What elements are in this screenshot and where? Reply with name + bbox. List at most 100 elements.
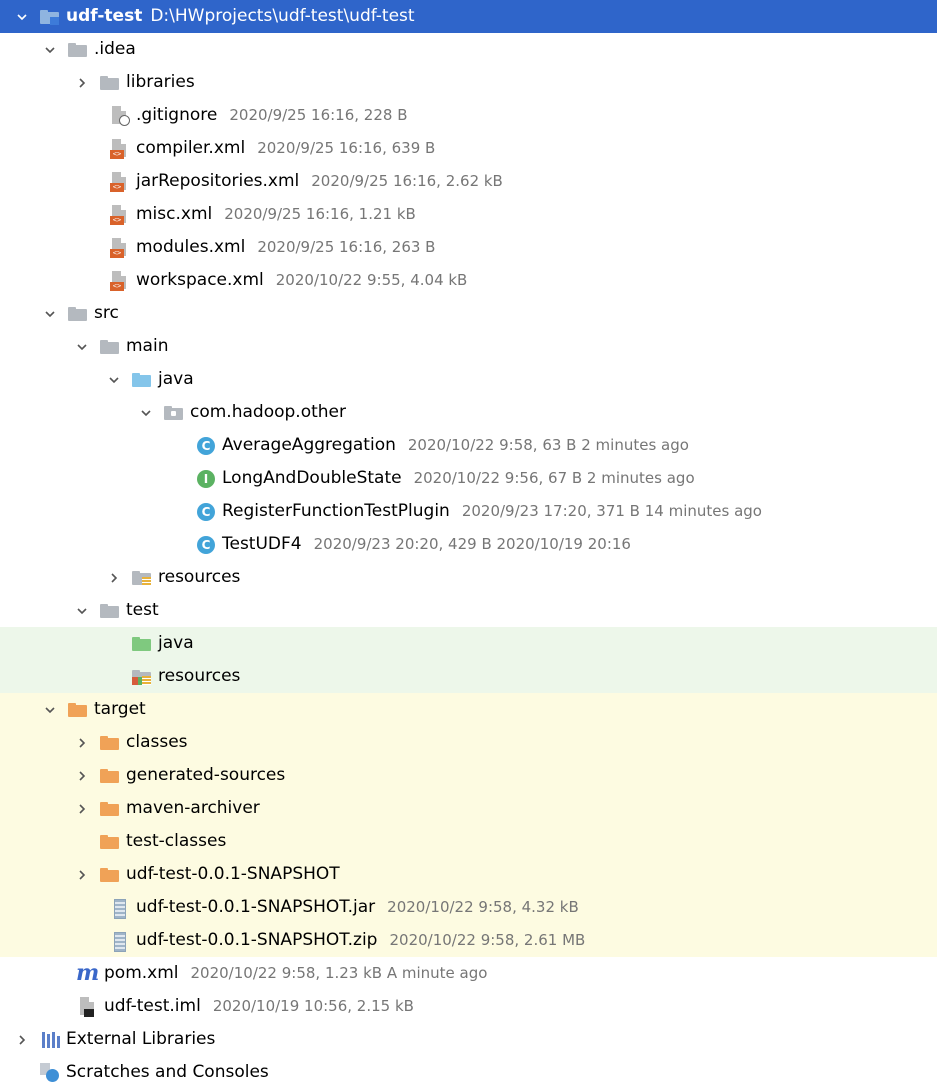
- class-icon: C: [196, 502, 216, 522]
- tree-row-test-classes[interactable]: test-classes: [0, 825, 937, 858]
- project-name: udf-test: [66, 6, 143, 26]
- class-label: TestUDF4: [222, 534, 302, 554]
- file-meta: 2020/10/22 9:58, 2.61 MB: [389, 931, 586, 949]
- file-label: udf-test-0.0.1-SNAPSHOT.zip: [136, 930, 378, 950]
- folder-icon: [68, 40, 88, 60]
- class-icon: C: [196, 436, 216, 456]
- tree-row-modules-xml[interactable]: <> modules.xml 2020/9/25 16:16, 263 B: [0, 231, 937, 264]
- folder-label: java: [158, 633, 194, 653]
- excluded-folder-icon: [100, 865, 120, 885]
- chevron-right-icon[interactable]: [14, 1032, 30, 1048]
- tree-row-idea[interactable]: .idea: [0, 33, 937, 66]
- tree-row-long-and-double-state[interactable]: I LongAndDoubleState 2020/10/22 9:56, 67…: [0, 462, 937, 495]
- tree-row-classes[interactable]: classes: [0, 726, 937, 759]
- folder-icon: [68, 304, 88, 324]
- file-label: compiler.xml: [136, 138, 246, 158]
- library-icon: [40, 1030, 60, 1050]
- file-label: .gitignore: [136, 105, 218, 125]
- tree-row-java-test[interactable]: java: [0, 627, 937, 660]
- folder-label: .idea: [94, 39, 136, 59]
- tree-row-external-libraries[interactable]: External Libraries: [0, 1023, 937, 1056]
- file-meta: 2020/9/25 16:16, 639 B: [257, 139, 436, 157]
- folder-icon: [100, 601, 120, 621]
- tree-row-iml[interactable]: udf-test.iml 2020/10/19 10:56, 2.15 kB: [0, 990, 937, 1023]
- chevron-down-icon[interactable]: [74, 339, 90, 355]
- xml-file-icon: <>: [110, 237, 130, 258]
- file-meta: 2020/9/25 16:16, 2.62 kB: [311, 172, 503, 190]
- tree-row-libraries[interactable]: libraries: [0, 66, 937, 99]
- chevron-down-icon[interactable]: [106, 372, 122, 388]
- tree-row-compiler-xml[interactable]: <> compiler.xml 2020/9/25 16:16, 639 B: [0, 132, 937, 165]
- source-folder-icon: [132, 370, 152, 390]
- module-folder-icon: [40, 7, 60, 27]
- excluded-folder-icon: [68, 700, 88, 720]
- archive-file-icon: [110, 898, 130, 919]
- folder-label: java: [158, 369, 194, 389]
- tree-row-target[interactable]: target: [0, 693, 937, 726]
- file-label: misc.xml: [136, 204, 213, 224]
- tree-row-maven-archiver[interactable]: maven-archiver: [0, 792, 937, 825]
- tree-row-project-root[interactable]: udf-test D:\HWprojects\udf-test\udf-test: [0, 0, 937, 33]
- package-label: com.hadoop.other: [190, 402, 346, 422]
- xml-file-icon: <>: [110, 204, 130, 225]
- tree-row-main[interactable]: main: [0, 330, 937, 363]
- chevron-down-icon[interactable]: [42, 306, 58, 322]
- folder-label: src: [94, 303, 119, 323]
- chevron-down-icon[interactable]: [42, 42, 58, 58]
- maven-icon: m: [76, 959, 100, 986]
- file-meta: 2020/10/22 9:58, 4.32 kB: [387, 898, 579, 916]
- folder-label: udf-test-0.0.1-SNAPSHOT: [126, 864, 340, 884]
- excluded-folder-icon: [100, 832, 120, 852]
- chevron-right-icon[interactable]: [74, 768, 90, 784]
- class-label: LongAndDoubleState: [222, 468, 402, 488]
- excluded-folder-icon: [100, 766, 120, 786]
- folder-label: resources: [158, 567, 241, 587]
- file-meta: 2020/10/19 10:56, 2.15 kB: [212, 997, 414, 1015]
- tree-row-snapshot-zip[interactable]: udf-test-0.0.1-SNAPSHOT.zip 2020/10/22 9…: [0, 924, 937, 957]
- tree-row-jarrepositories-xml[interactable]: <> jarRepositories.xml 2020/9/25 16:16, …: [0, 165, 937, 198]
- xml-file-icon: <>: [110, 171, 130, 192]
- class-label: RegisterFunctionTestPlugin: [222, 501, 450, 521]
- chevron-down-icon[interactable]: [138, 405, 154, 421]
- folder-label: libraries: [126, 72, 195, 92]
- tree-row-misc-xml[interactable]: <> misc.xml 2020/9/25 16:16, 1.21 kB: [0, 198, 937, 231]
- tree-row-average-aggregation[interactable]: C AverageAggregation 2020/10/22 9:58, 63…: [0, 429, 937, 462]
- tree-row-java-main[interactable]: java: [0, 363, 937, 396]
- tree-row-src[interactable]: src: [0, 297, 937, 330]
- folder-icon: [100, 73, 120, 93]
- file-label: pom.xml: [104, 963, 179, 983]
- tree-row-snapshot-jar[interactable]: udf-test-0.0.1-SNAPSHOT.jar 2020/10/22 9…: [0, 891, 937, 924]
- tree-row-resources-test[interactable]: resources: [0, 660, 937, 693]
- project-path: D:\HWprojects\udf-test\udf-test: [150, 6, 415, 26]
- tree-row-package[interactable]: com.hadoop.other: [0, 396, 937, 429]
- tree-row-workspace-xml[interactable]: <> workspace.xml 2020/10/22 9:55, 4.04 k…: [0, 264, 937, 297]
- chevron-down-icon[interactable]: [14, 9, 30, 25]
- tree-row-resources-main[interactable]: resources: [0, 561, 937, 594]
- tree-row-scratches[interactable]: Scratches and Consoles: [0, 1056, 937, 1089]
- chevron-right-icon[interactable]: [74, 735, 90, 751]
- folder-label: generated-sources: [126, 765, 286, 785]
- file-meta: 2020/9/25 16:16, 1.21 kB: [224, 205, 416, 223]
- chevron-down-icon[interactable]: [74, 603, 90, 619]
- tree-row-test-udf4[interactable]: C TestUDF4 2020/9/23 20:20, 429 B 2020/1…: [0, 528, 937, 561]
- tree-row-gitignore[interactable]: .gitignore 2020/9/25 16:16, 228 B: [0, 99, 937, 132]
- tree-row-test[interactable]: test: [0, 594, 937, 627]
- class-label: AverageAggregation: [222, 435, 396, 455]
- file-label: udf-test-0.0.1-SNAPSHOT.jar: [136, 897, 376, 917]
- chevron-right-icon[interactable]: [74, 801, 90, 817]
- folder-label: classes: [126, 732, 188, 752]
- file-meta: 2020/9/23 20:20, 429 B 2020/10/19 20:16: [313, 535, 631, 553]
- tree-row-register-function-test-plugin[interactable]: C RegisterFunctionTestPlugin 2020/9/23 1…: [0, 495, 937, 528]
- folder-label: External Libraries: [66, 1029, 216, 1049]
- chevron-right-icon[interactable]: [106, 570, 122, 586]
- tree-row-snapshot-folder[interactable]: udf-test-0.0.1-SNAPSHOT: [0, 858, 937, 891]
- chevron-right-icon[interactable]: [74, 867, 90, 883]
- tree-row-generated-sources[interactable]: generated-sources: [0, 759, 937, 792]
- file-meta: 2020/9/23 17:20, 371 B 14 minutes ago: [461, 502, 762, 520]
- file-meta: 2020/9/25 16:16, 263 B: [257, 238, 436, 256]
- tree-row-pom-xml[interactable]: m pom.xml 2020/10/22 9:58, 1.23 kB A min…: [0, 957, 937, 990]
- xml-file-icon: <>: [110, 270, 130, 291]
- folder-label: main: [126, 336, 169, 356]
- chevron-right-icon[interactable]: [74, 75, 90, 91]
- chevron-down-icon[interactable]: [42, 702, 58, 718]
